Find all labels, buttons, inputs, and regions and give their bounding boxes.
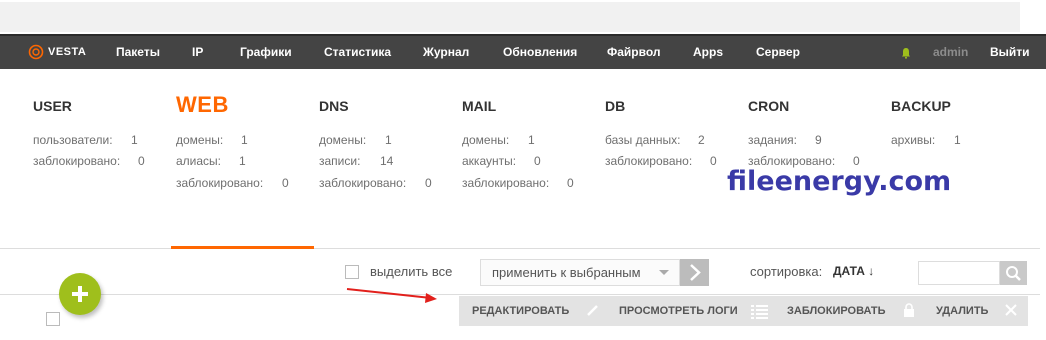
annotation-arrow <box>346 288 437 303</box>
panel-title: BACKUP <box>891 98 951 114</box>
stat-label: задания: <box>748 133 798 147</box>
panel-dns[interactable]: DNS <box>319 98 349 114</box>
chevron-right-icon <box>690 264 701 281</box>
panel-title: CRON <box>748 98 790 114</box>
top-nav: VESTA Пакеты IP Графики Статистика Журна… <box>0 34 1046 69</box>
logout-link[interactable]: Выйти <box>990 45 1030 59</box>
stat-label: заблокировано: <box>33 154 121 168</box>
logo-text: VESTA <box>48 46 87 58</box>
pencil-icon <box>587 305 598 316</box>
sort-label: сортировка: <box>750 264 823 279</box>
active-tab-underline <box>171 246 314 249</box>
bulk-action-value: применить к выбранным <box>492 265 641 280</box>
stat-label: домены: <box>319 133 367 147</box>
stat-label: домены: <box>462 133 510 147</box>
panel-title: MAIL <box>462 98 497 114</box>
stat-label: заблокировано: <box>319 176 407 190</box>
select-all-checkbox[interactable] <box>345 265 359 279</box>
view-logs-button[interactable]: ПРОСМОТРЕТЬ ЛОГИ <box>607 296 774 326</box>
stat-value: 0 <box>710 154 717 168</box>
nav-graphs[interactable]: Графики <box>240 45 292 59</box>
stat-label: заблокировано: <box>176 176 264 190</box>
panel-cron[interactable]: CRON <box>748 98 789 114</box>
panel-title: DNS <box>319 98 349 114</box>
stat-value: 9 <box>815 133 822 147</box>
stat-value: 1 <box>239 154 246 168</box>
stat-label: архивы: <box>891 133 936 147</box>
stat-value: 14 <box>380 154 394 168</box>
sort-toggle[interactable]: ДАТА ↓ <box>833 264 874 278</box>
close-icon <box>1005 304 1017 316</box>
stat-label: заблокировано: <box>605 154 693 168</box>
stat-value: 1 <box>241 133 248 147</box>
edit-button[interactable]: РЕДАКТИРОВАТЬ <box>459 296 607 326</box>
nav-statistics[interactable]: Статистика <box>324 45 391 59</box>
stat-label: записи: <box>319 154 361 168</box>
stat-value: 0 <box>567 176 574 190</box>
suspend-label: ЗАБЛОКИРОВАТЬ <box>787 305 886 317</box>
panel-backup[interactable]: BACKUP <box>891 98 951 114</box>
panel-db[interactable]: DB <box>605 98 625 114</box>
user-link[interactable]: admin <box>933 45 968 59</box>
panel-title: USER <box>33 98 72 114</box>
stat-value: 0 <box>282 176 289 190</box>
panel-web[interactable]: WEB <box>176 92 229 118</box>
nav-updates[interactable]: Обновления <box>503 45 577 59</box>
lock-icon <box>904 303 914 317</box>
search-icon <box>1006 266 1021 281</box>
vesta-logo[interactable]: VESTA <box>28 44 86 60</box>
panel-title: DB <box>605 98 626 114</box>
search-input[interactable] <box>918 261 1000 285</box>
nav-apps[interactable]: Apps <box>693 45 723 59</box>
stat-label: пользователи: <box>33 133 113 147</box>
suspend-button[interactable]: ЗАБЛОКИРОВАТЬ <box>774 296 924 326</box>
stat-label: базы данных: <box>605 133 681 147</box>
panel-title: WEB <box>176 92 229 117</box>
row-checkbox[interactable] <box>46 312 60 326</box>
select-all-label[interactable]: выделить все <box>370 264 452 279</box>
top-strip <box>0 2 1020 32</box>
nav-firewall[interactable]: Файрвол <box>607 45 661 59</box>
bulk-action-select[interactable]: применить к выбранным <box>480 259 680 286</box>
nav-log[interactable]: Журнал <box>423 45 469 59</box>
divider <box>0 294 1040 295</box>
add-domain-button[interactable] <box>59 273 101 315</box>
stat-value: 0 <box>425 176 432 190</box>
stat-value: 0 <box>138 154 145 168</box>
delete-button[interactable]: УДАЛИТЬ <box>924 296 1028 326</box>
divider <box>0 248 1040 249</box>
stat-value: 2 <box>698 133 705 147</box>
chevron-down-icon <box>659 270 669 275</box>
stat-value: 1 <box>385 133 392 147</box>
watermark-text: fileenergy.com <box>727 166 952 197</box>
stat-label: заблокировано: <box>462 176 550 190</box>
stat-value: 1 <box>131 133 138 147</box>
stat-label: алиасы: <box>176 154 222 168</box>
delete-label: УДАЛИТЬ <box>936 305 989 317</box>
stat-value: 1 <box>954 133 961 147</box>
panel-mail[interactable]: MAIL <box>462 98 496 114</box>
apply-button[interactable] <box>680 259 709 286</box>
nav-server[interactable]: Сервер <box>756 45 800 59</box>
view-logs-label: ПРОСМОТРЕТЬ ЛОГИ <box>619 305 738 317</box>
plus-icon <box>78 286 82 302</box>
bell-icon[interactable] <box>901 47 911 59</box>
stat-label: домены: <box>176 133 224 147</box>
search-button[interactable] <box>1000 261 1027 285</box>
edit-label: РЕДАКТИРОВАТЬ <box>472 305 570 317</box>
stat-label: аккаунты: <box>462 154 517 168</box>
panel-user[interactable]: USER <box>33 98 72 114</box>
logo-icon <box>28 44 44 60</box>
nav-ip[interactable]: IP <box>192 45 203 59</box>
stat-value: 0 <box>534 154 541 168</box>
top-gap <box>0 0 1046 34</box>
list-icon <box>751 305 768 319</box>
nav-packages[interactable]: Пакеты <box>116 45 160 59</box>
stat-value: 1 <box>528 133 535 147</box>
